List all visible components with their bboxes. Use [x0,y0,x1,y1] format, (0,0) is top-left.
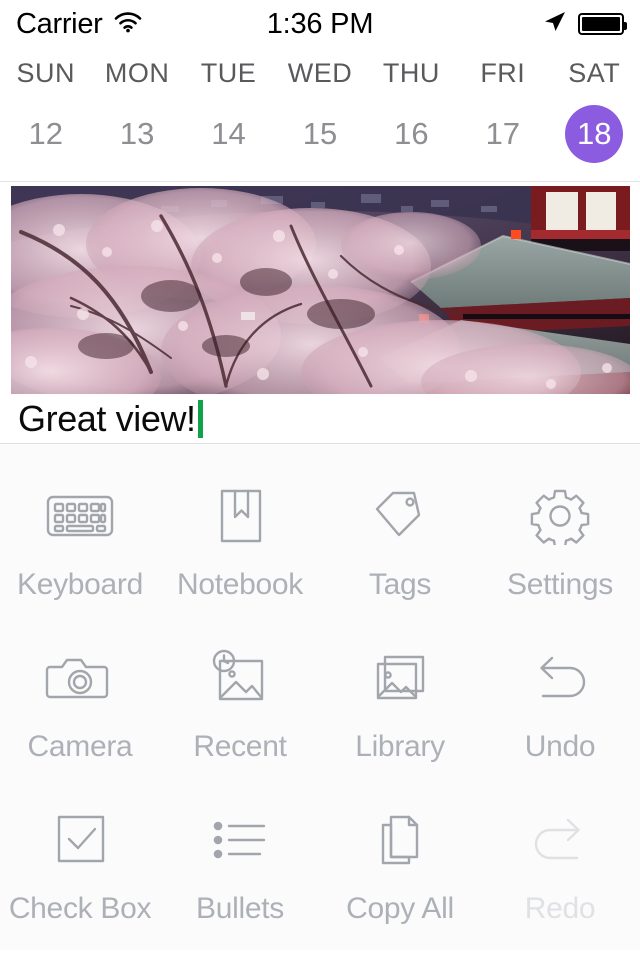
tool-label: Tags [368,568,432,601]
wifi-icon [113,11,143,38]
recent-photo-icon [206,642,274,714]
tag-icon [369,480,431,552]
tool-label: Keyboard [16,568,144,601]
tool-label: Notebook [176,568,304,601]
tool-camera[interactable]: Camera [0,626,160,788]
status-bar: Carrier 1:36 PM [0,0,640,48]
note-text-value: Great view! [18,397,196,439]
toolbar-row-3: Check Box Bullets Copy All Redo [0,788,640,950]
undo-arrow-icon [526,642,594,714]
tool-bullets[interactable]: Bullets [160,788,320,950]
toolbar-panel: Keyboard Notebook Tags Settings Camera R… [0,444,640,950]
copy-documents-icon [369,804,431,876]
calendar-date-18-selected[interactable]: 18 [549,105,640,163]
tool-notebook[interactable]: Notebook [160,464,320,626]
note-text-input[interactable]: Great view! [0,394,640,444]
tool-label: Camera [27,730,133,763]
tool-label: Bullets [196,892,284,925]
location-arrow-icon [541,9,567,40]
tool-label: Check Box [8,892,152,925]
calendar-date-17[interactable]: 17 [457,105,548,163]
carrier-label: Carrier [16,7,103,40]
calendar-date-16[interactable]: 16 [366,105,457,163]
tool-redo[interactable]: Redo [480,788,640,950]
calendar-date-14[interactable]: 14 [183,105,274,163]
gear-icon [529,480,591,552]
tool-copy-all[interactable]: Copy All [320,788,480,950]
tool-label: Copy All [346,892,454,925]
tool-label: Library [355,730,445,763]
battery-full-icon [578,13,627,35]
calendar-dates-row: 12 13 14 15 16 17 18 [0,105,640,181]
status-bar-left: Carrier [16,8,143,41]
calendar-day-name: SAT [568,58,621,88]
tool-label: Recent [193,730,287,763]
redo-arrow-icon [526,804,594,876]
tool-library[interactable]: Library [320,626,480,788]
note-photo-container [0,182,640,394]
toolbar-row-2: Camera Recent Library Undo [0,626,640,788]
tool-settings[interactable]: Settings [480,464,640,626]
keyboard-icon [44,480,116,552]
tool-tags[interactable]: Tags [320,464,480,626]
status-bar-right [541,9,627,40]
checkbox-icon [49,804,111,876]
calendar-strip: SUN MON TUE WED THU FRI SAT 12 13 14 15 … [0,48,640,182]
photo-library-icon [366,642,434,714]
toolbar-row-1: Keyboard Notebook Tags Settings [0,464,640,626]
camera-icon [44,642,116,714]
tool-recent[interactable]: Recent [160,626,320,788]
tool-label: Undo [524,730,596,763]
calendar-date-13[interactable]: 13 [91,105,182,163]
calendar-day-name: MON [104,58,170,88]
text-caret [197,399,203,438]
calendar-day-name: TUE [200,58,257,88]
tool-label: Settings [507,568,613,601]
tool-undo[interactable]: Undo [480,626,640,788]
tool-label: Redo [524,892,596,925]
calendar-day-name: WED [287,58,353,88]
tool-keyboard[interactable]: Keyboard [0,464,160,626]
bullet-list-icon [204,804,276,876]
tool-check-box[interactable]: Check Box [0,788,160,950]
calendar-date-12[interactable]: 12 [0,105,91,163]
calendar-date-15[interactable]: 15 [274,105,365,163]
calendar-day-names-row: SUN MON TUE WED THU FRI SAT [0,48,640,105]
cherry-blossom-temple-photo[interactable] [11,186,630,394]
calendar-day-name: THU [382,58,440,88]
calendar-day-name: FRI [480,58,526,88]
notebook-icon [209,480,271,552]
calendar-day-name: SUN [16,58,75,88]
